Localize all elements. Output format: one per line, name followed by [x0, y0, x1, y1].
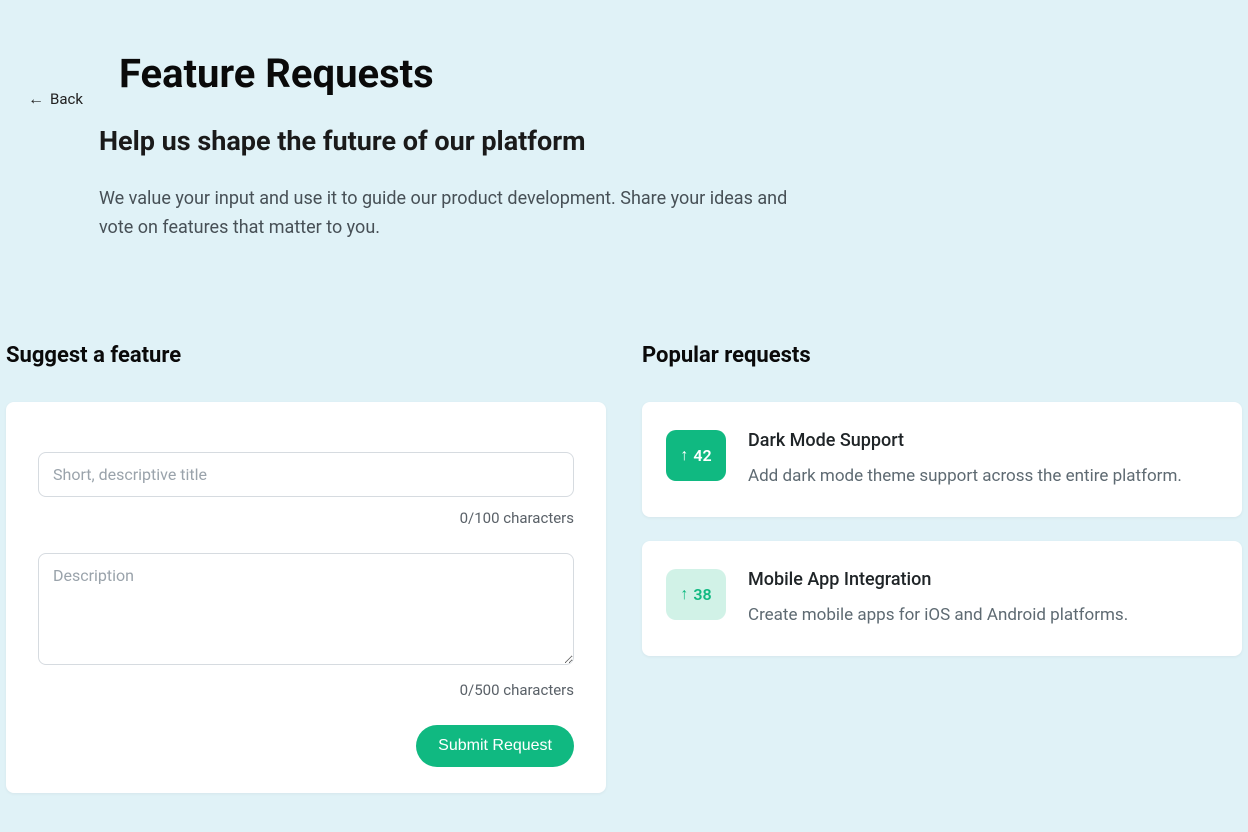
feature-title-input[interactable]: [38, 452, 574, 497]
feature-description-textarea[interactable]: [38, 553, 574, 665]
request-item: ↑ 42 Dark Mode Support Add dark mode the…: [642, 402, 1242, 517]
request-body: Mobile App Integration Create mobile app…: [748, 569, 1218, 628]
suggest-form-card: 0/100 characters 0/500 characters Submit…: [6, 402, 606, 793]
popular-section-title: Popular requests: [642, 343, 1242, 368]
request-item: ↑ 38 Mobile App Integration Create mobil…: [642, 541, 1242, 656]
vote-count: 42: [693, 446, 711, 465]
request-description: Add dark mode theme support across the e…: [748, 463, 1218, 489]
arrow-up-icon: ↑: [680, 586, 688, 602]
submit-request-button[interactable]: Submit Request: [416, 725, 574, 767]
upvote-button[interactable]: ↑ 42: [666, 430, 726, 481]
back-link[interactable]: ← Back: [28, 90, 83, 108]
arrow-left-icon: ←: [28, 91, 44, 107]
request-body: Dark Mode Support Add dark mode theme su…: [748, 430, 1218, 489]
page-title: Feature Requests: [119, 50, 1242, 97]
page-description: We value your input and use it to guide …: [99, 185, 819, 243]
suggest-feature-section: Suggest a feature 0/100 characters 0/500…: [6, 343, 606, 793]
vote-count: 38: [693, 585, 711, 604]
arrow-up-icon: ↑: [680, 447, 688, 463]
header-content: Feature Requests Help us shape the futur…: [99, 0, 1242, 243]
page-subtitle: Help us shape the future of our platform: [99, 125, 1242, 157]
suggest-section-title: Suggest a feature: [6, 343, 606, 368]
popular-requests-section: Popular requests ↑ 42 Dark Mode Support …: [642, 343, 1242, 793]
upvote-button[interactable]: ↑ 38: [666, 569, 726, 620]
description-char-count: 0/500 characters: [38, 681, 574, 699]
request-description: Create mobile apps for iOS and Android p…: [748, 602, 1218, 628]
back-label: Back: [50, 90, 83, 108]
request-title: Dark Mode Support: [748, 430, 1218, 451]
request-title: Mobile App Integration: [748, 569, 1218, 590]
title-char-count: 0/100 characters: [38, 509, 574, 527]
